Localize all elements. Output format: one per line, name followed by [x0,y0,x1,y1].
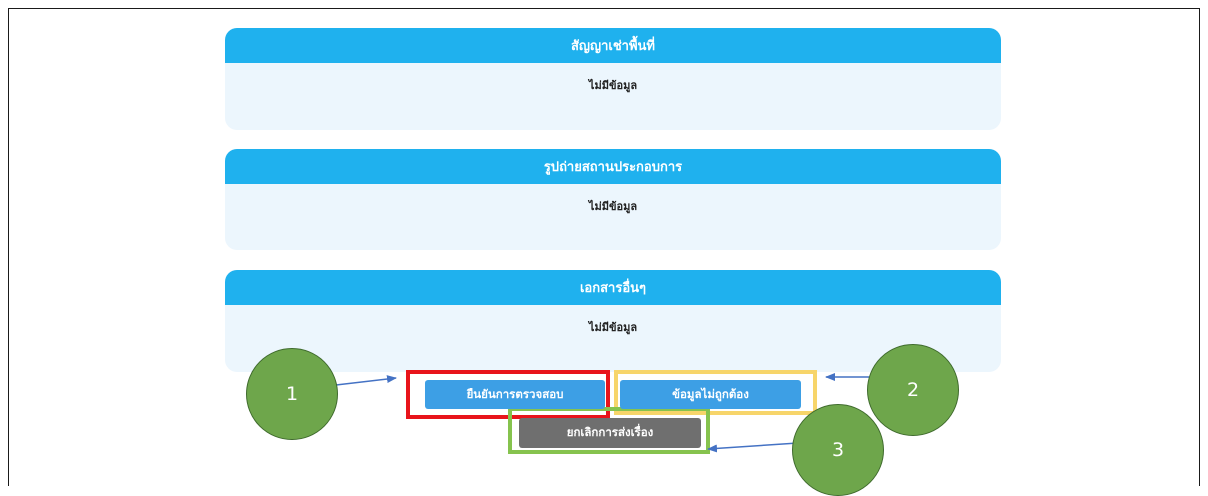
arrow-1 [335,375,397,386]
arrow-3 [707,442,799,453]
annotation-marker-2: 2 [867,344,959,436]
annotation-marker-1: 1 [246,348,338,440]
annotation-arrows [335,373,869,453]
annotation-marker-3: 3 [792,404,884,496]
